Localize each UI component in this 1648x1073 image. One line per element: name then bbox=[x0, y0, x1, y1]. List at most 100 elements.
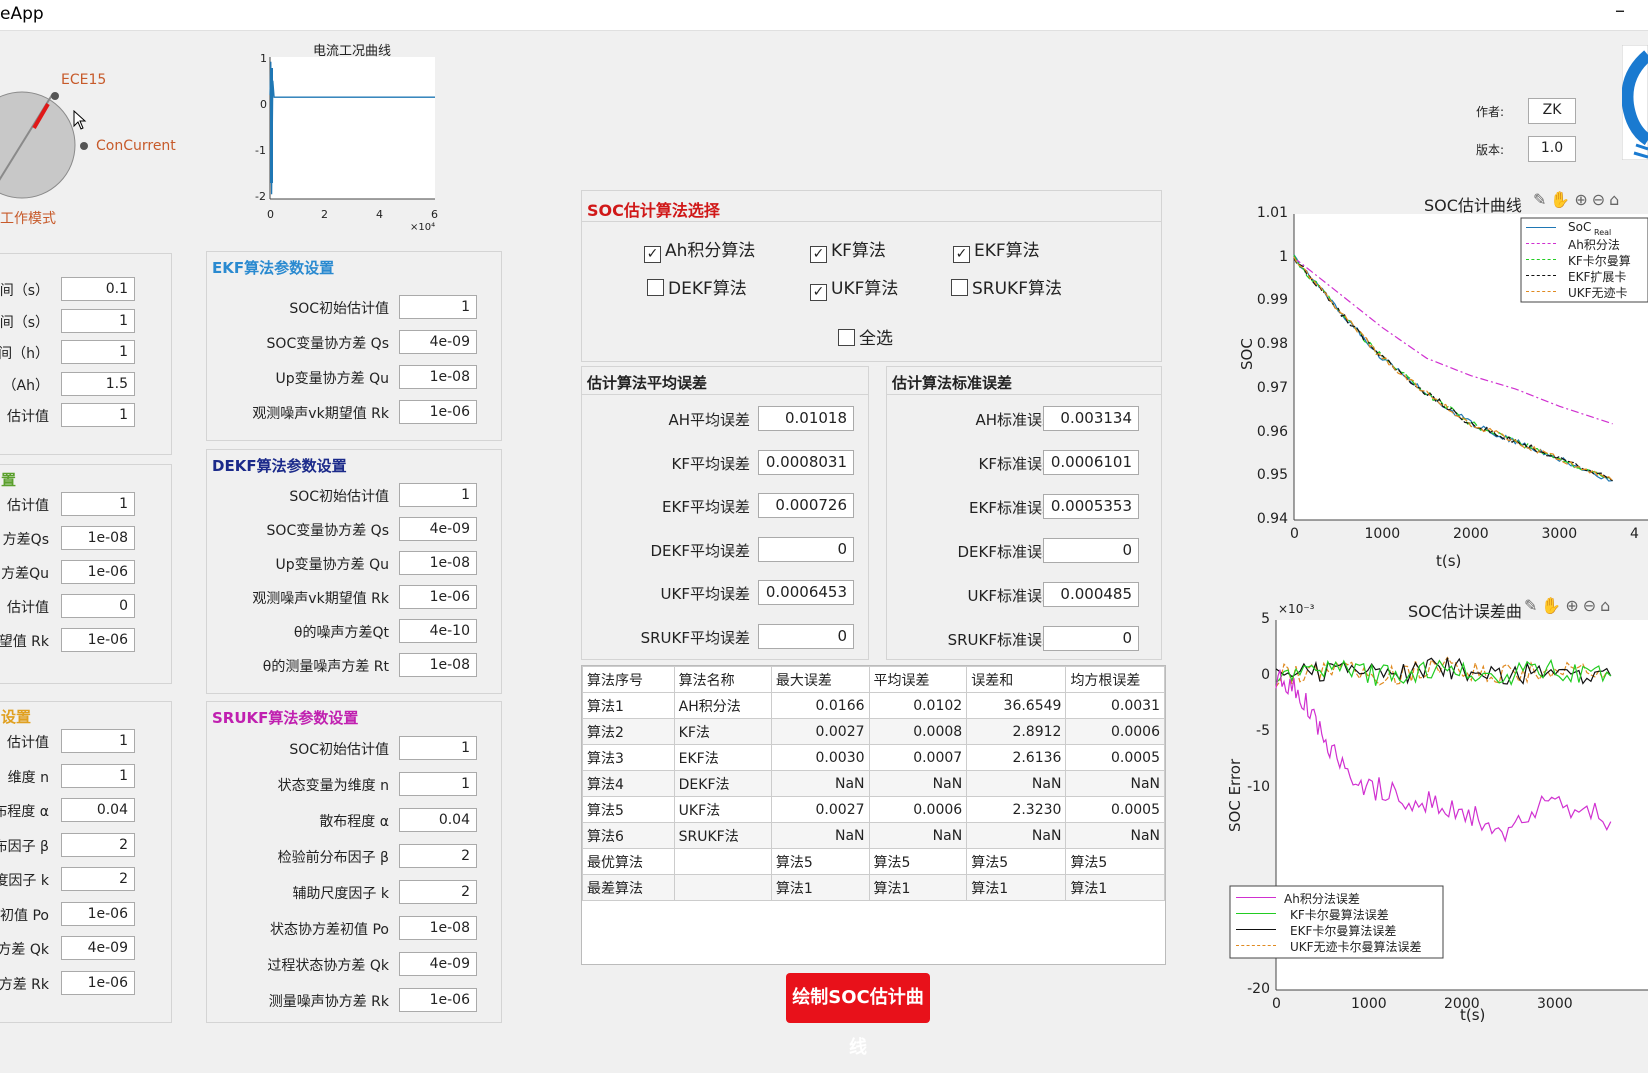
error-value-field[interactable]: 0.000726 bbox=[758, 493, 854, 518]
checkbox-checked-icon[interactable]: ✓ bbox=[810, 284, 827, 301]
checkbox-unchecked-icon[interactable] bbox=[647, 279, 664, 296]
error-value-field[interactable]: 0.0008031 bbox=[758, 449, 854, 475]
checkbox-checked-icon[interactable]: ✓ bbox=[644, 246, 661, 263]
param-field[interactable]: 1 bbox=[61, 340, 135, 364]
param-field[interactable]: 0 bbox=[61, 594, 135, 618]
legend-label: UKF无迹卡尔曼算法误差 bbox=[1290, 940, 1422, 954]
ekf-param-panel: EKF算法参数设置 SOC初始估计值 1 SOC变量协方差 Qs 4e-09 Up变量协… bbox=[206, 251, 502, 441]
table-cell: 0.0006 bbox=[1065, 718, 1165, 745]
knob-option-ece15[interactable]: ECE15 bbox=[61, 72, 106, 88]
param-field[interactable]: 1e-06 bbox=[399, 988, 477, 1012]
table-cell: 算法1 bbox=[868, 874, 968, 901]
param-field[interactable]: 1e-06 bbox=[61, 560, 135, 584]
param-field[interactable]: 2 bbox=[61, 867, 135, 891]
param-field[interactable]: 1 bbox=[399, 295, 477, 319]
error-value-field[interactable]: 0.003134 bbox=[1043, 406, 1139, 431]
param-field[interactable]: 4e-09 bbox=[61, 936, 135, 960]
param-field[interactable]: 1 bbox=[61, 308, 135, 333]
param-field[interactable]: 1e-06 bbox=[61, 970, 135, 995]
author-field[interactable]: ZK bbox=[1528, 98, 1576, 124]
std-error-title: 估计算法标准误差 bbox=[892, 374, 1013, 392]
checkbox-unchecked-icon[interactable] bbox=[838, 329, 855, 346]
legend-label: SoC bbox=[1568, 220, 1592, 234]
param-field[interactable]: 2 bbox=[61, 832, 135, 857]
table-cell bbox=[673, 874, 772, 901]
soc-xtick: 3000 bbox=[1541, 526, 1578, 542]
draw-soc-curve-button[interactable]: 绘制SOC估计曲线 bbox=[786, 973, 930, 1058]
soc-xlabel: t(s) bbox=[1436, 552, 1462, 570]
param-field[interactable]: 1e-06 bbox=[399, 585, 477, 609]
error-value-field[interactable]: 0 bbox=[758, 623, 854, 649]
legend-label: EKF扩展卡 bbox=[1568, 270, 1627, 284]
mode-knob[interactable]: ECE15 ConCurrent 工作模式 bbox=[0, 60, 190, 230]
table-cell: AH积分法 bbox=[673, 692, 772, 719]
param-field[interactable]: 1e-08 bbox=[399, 653, 477, 677]
error-value-field[interactable]: 0.01018 bbox=[758, 406, 854, 431]
checkbox-checked-icon[interactable]: ✓ bbox=[810, 246, 827, 263]
param-field[interactable]: 1 bbox=[61, 729, 135, 753]
param-field[interactable]: 4e-09 bbox=[399, 517, 477, 541]
param-field[interactable]: 0.1 bbox=[61, 277, 135, 301]
algo-checkbox[interactable]: ✓ EKF算法 bbox=[953, 236, 1040, 263]
param-field[interactable]: 4e-09 bbox=[399, 952, 477, 976]
param-label: 方差 Qk bbox=[0, 942, 49, 958]
param-field[interactable]: 1e-08 bbox=[399, 365, 477, 389]
param-field[interactable]: 1e-06 bbox=[61, 628, 135, 652]
minimize-button[interactable]: – bbox=[1615, 0, 1625, 22]
error-value-field[interactable]: 0.0006101 bbox=[1043, 450, 1139, 475]
table-cell: 算法1 bbox=[1065, 874, 1165, 901]
results-table-container: 算法序号 算法名称 最大误差 平均误差 误差和 均方根误差 算法1 AH积分法 0.0166 0… bbox=[581, 665, 1166, 965]
error-value-field[interactable]: 0.000485 bbox=[1043, 582, 1139, 607]
param-field[interactable]: 4e-09 bbox=[399, 330, 477, 354]
cur-xexp: ×10⁴ bbox=[410, 222, 436, 233]
algo-checkbox[interactable]: 全选 bbox=[838, 324, 893, 349]
param-field[interactable]: 1e-06 bbox=[61, 901, 135, 926]
param-field[interactable]: 1e-06 bbox=[399, 400, 477, 424]
param-field[interactable]: 1 bbox=[399, 772, 477, 796]
checkbox-unchecked-icon[interactable] bbox=[951, 279, 968, 296]
param-field[interactable]: 0.04 bbox=[399, 808, 477, 832]
error-value-field[interactable]: 0 bbox=[1043, 626, 1139, 651]
param-field[interactable]: 1.5 bbox=[61, 371, 135, 396]
table-row: 最差算法 算法1 算法1 算法1 算法1 bbox=[582, 874, 1165, 901]
error-label: AH平均误差 bbox=[668, 411, 750, 429]
param-label: 方差Qu bbox=[1, 566, 49, 582]
err-xtick: 3000 bbox=[1537, 996, 1573, 1012]
algo-checkbox[interactable]: ✓ KF算法 bbox=[810, 236, 886, 263]
param-field[interactable]: 1 bbox=[61, 403, 135, 427]
param-field[interactable]: 1 bbox=[399, 736, 477, 760]
table-cell: 0.0027 bbox=[770, 796, 870, 823]
error-value-field[interactable]: 0 bbox=[758, 536, 854, 562]
param-field[interactable]: 1e-08 bbox=[399, 551, 477, 575]
param-field[interactable]: 4e-10 bbox=[399, 619, 477, 643]
knob-option-concurrent[interactable]: ConCurrent bbox=[96, 138, 176, 154]
param-field[interactable]: 1 bbox=[61, 763, 135, 788]
table-row: 算法2 KF法 0.0027 0.0008 2.8912 0.0006 bbox=[582, 718, 1165, 745]
algo-checkbox[interactable]: DEKF算法 bbox=[647, 274, 747, 299]
error-value-field[interactable]: 0.0006453 bbox=[758, 580, 854, 605]
legend-swatch bbox=[1236, 913, 1276, 914]
param-field[interactable]: 1e-08 bbox=[399, 916, 477, 940]
checkbox-checked-icon[interactable]: ✓ bbox=[953, 246, 970, 263]
table-cell: NaN bbox=[868, 822, 968, 849]
param-label: 估计值 bbox=[7, 498, 49, 514]
param-label: θ的测量噪声方差 Rt bbox=[262, 659, 389, 675]
param-field[interactable]: 1 bbox=[399, 483, 477, 507]
algo-checkbox[interactable]: ✓ Ah积分算法 bbox=[644, 236, 755, 263]
table-cell: NaN bbox=[1065, 822, 1165, 849]
err-chart-svg bbox=[1229, 620, 1648, 991]
param-field[interactable]: 0.04 bbox=[61, 798, 135, 822]
algo-checkbox[interactable]: SRUKF算法 bbox=[951, 274, 1062, 299]
error-value-field[interactable]: 0 bbox=[1043, 538, 1139, 563]
table-cell: 算法3 bbox=[582, 744, 675, 771]
param-field[interactable]: 1e-08 bbox=[61, 526, 135, 550]
param-label: 度因子 k bbox=[0, 873, 49, 889]
param-field[interactable]: 2 bbox=[399, 880, 477, 904]
param-field[interactable]: 1 bbox=[61, 492, 135, 516]
algo-checkbox[interactable]: ✓ UKF算法 bbox=[810, 274, 898, 301]
param-field[interactable]: 2 bbox=[399, 844, 477, 868]
error-value-field[interactable]: 0.0005353 bbox=[1043, 494, 1139, 519]
err-xtick: 1000 bbox=[1351, 996, 1387, 1012]
param-label: （Ah） bbox=[2, 377, 49, 394]
version-field[interactable]: 1.0 bbox=[1528, 136, 1576, 162]
